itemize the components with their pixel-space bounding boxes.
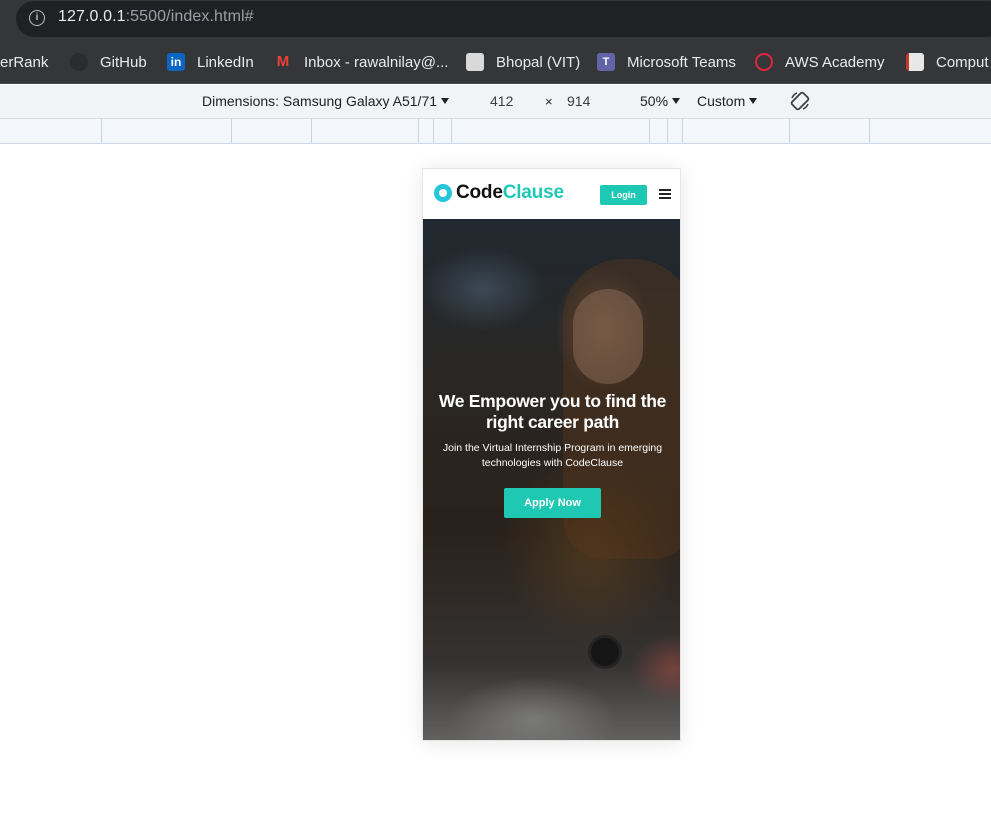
book-icon: [906, 53, 924, 71]
device-toolbar: Dimensions: Samsung Galaxy A51/71 412 × …: [0, 85, 991, 119]
media-query-bar: [0, 119, 991, 144]
bookmark-label: Comput: [936, 53, 989, 71]
linkedin-icon: in: [167, 53, 185, 71]
chevron-down-icon: [441, 98, 450, 104]
teams-icon: T: [597, 53, 615, 71]
url-path: :5500/index.html#: [125, 8, 254, 25]
media-query-marker[interactable]: [869, 119, 870, 143]
bookmark-label: GitHub: [100, 53, 147, 71]
media-query-marker[interactable]: [433, 119, 434, 143]
url-host: 127.0.0.1: [58, 8, 126, 25]
site-navbar: CodeClause Login: [423, 169, 680, 219]
bookmark-teams[interactable]: T Microsoft Teams: [597, 52, 736, 72]
bookmark-label: Microsoft Teams: [627, 53, 736, 71]
chevron-down-icon: [749, 98, 758, 104]
media-query-marker[interactable]: [231, 119, 232, 143]
bookmark-github[interactable]: GitHub: [70, 52, 147, 72]
bookmark-label: Bhopal (VIT): [496, 53, 581, 71]
hero-section: We Empower you to find the right career …: [423, 219, 680, 740]
rotate-icon[interactable]: [789, 90, 811, 115]
login-button[interactable]: Login: [600, 185, 647, 205]
hero-subtitle: Join the Virtual Internship Program in e…: [442, 442, 663, 469]
media-query-marker[interactable]: [667, 119, 668, 143]
bookmark-vit[interactable]: Bhopal (VIT): [466, 52, 580, 72]
logo-code-text: Code: [456, 182, 503, 203]
media-query-marker[interactable]: [101, 119, 102, 143]
bookmark-comput[interactable]: Comput: [906, 52, 989, 72]
github-icon: [70, 53, 88, 71]
bookmark-label: Inbox - rawalnilay@...: [304, 53, 449, 71]
codeclause-logo-icon[interactable]: [434, 184, 452, 202]
height-input[interactable]: 914: [567, 93, 590, 109]
device-select[interactable]: Dimensions: Samsung Galaxy A51/71: [202, 93, 450, 109]
bookmark-aws-academy[interactable]: AWS Academy: [755, 52, 884, 72]
emulated-page: CodeClause Login We Empower you to find …: [422, 168, 681, 741]
hamburger-menu-icon[interactable]: [659, 189, 671, 199]
bookmark-label: AWS Academy: [785, 53, 885, 71]
bookmark-label: erRank: [0, 53, 49, 71]
media-query-marker[interactable]: [789, 119, 790, 143]
address-bar-row: i 127.0.0.1:5500/index.html#: [0, 0, 991, 38]
chevron-down-icon: [672, 98, 681, 104]
media-query-marker[interactable]: [451, 119, 452, 143]
device-viewport: CodeClause Login We Empower you to find …: [0, 144, 991, 823]
device-select-label: Dimensions: Samsung Galaxy A51/71: [202, 93, 438, 109]
times-symbol: ×: [545, 94, 553, 109]
bookmark-linkedin[interactable]: in LinkedIn: [167, 52, 254, 72]
bookmark-label: LinkedIn: [197, 53, 254, 71]
site-info-icon[interactable]: i: [29, 10, 45, 26]
bookmark-gmail[interactable]: M Inbox - rawalnilay@...: [274, 52, 449, 72]
media-query-marker[interactable]: [682, 119, 683, 143]
hero-title: We Empower you to find the right career …: [438, 391, 667, 432]
aws-academy-icon: [755, 53, 773, 71]
width-input[interactable]: 412: [490, 93, 513, 109]
media-query-marker[interactable]: [649, 119, 650, 143]
url-text[interactable]: 127.0.0.1:5500/index.html#: [58, 8, 254, 26]
apply-now-button[interactable]: Apply Now: [504, 488, 601, 518]
vit-icon: [466, 53, 484, 71]
logo-clause-text: Clause: [502, 182, 564, 203]
hero-dark-overlay: [423, 219, 680, 740]
zoom-select[interactable]: 50%: [640, 93, 681, 109]
throttle-label: Custom: [697, 93, 746, 109]
zoom-label: 50%: [640, 93, 669, 109]
throttle-select[interactable]: Custom: [697, 93, 758, 109]
media-query-marker[interactable]: [311, 119, 312, 143]
media-query-marker[interactable]: [418, 119, 419, 143]
bookmarks-bar: erRank GitHub in LinkedIn M Inbox - rawa…: [0, 38, 991, 84]
gmail-icon: M: [276, 53, 290, 70]
bookmark-hackerrank[interactable]: erRank: [0, 52, 48, 72]
site-logo[interactable]: CodeClause: [456, 182, 564, 204]
